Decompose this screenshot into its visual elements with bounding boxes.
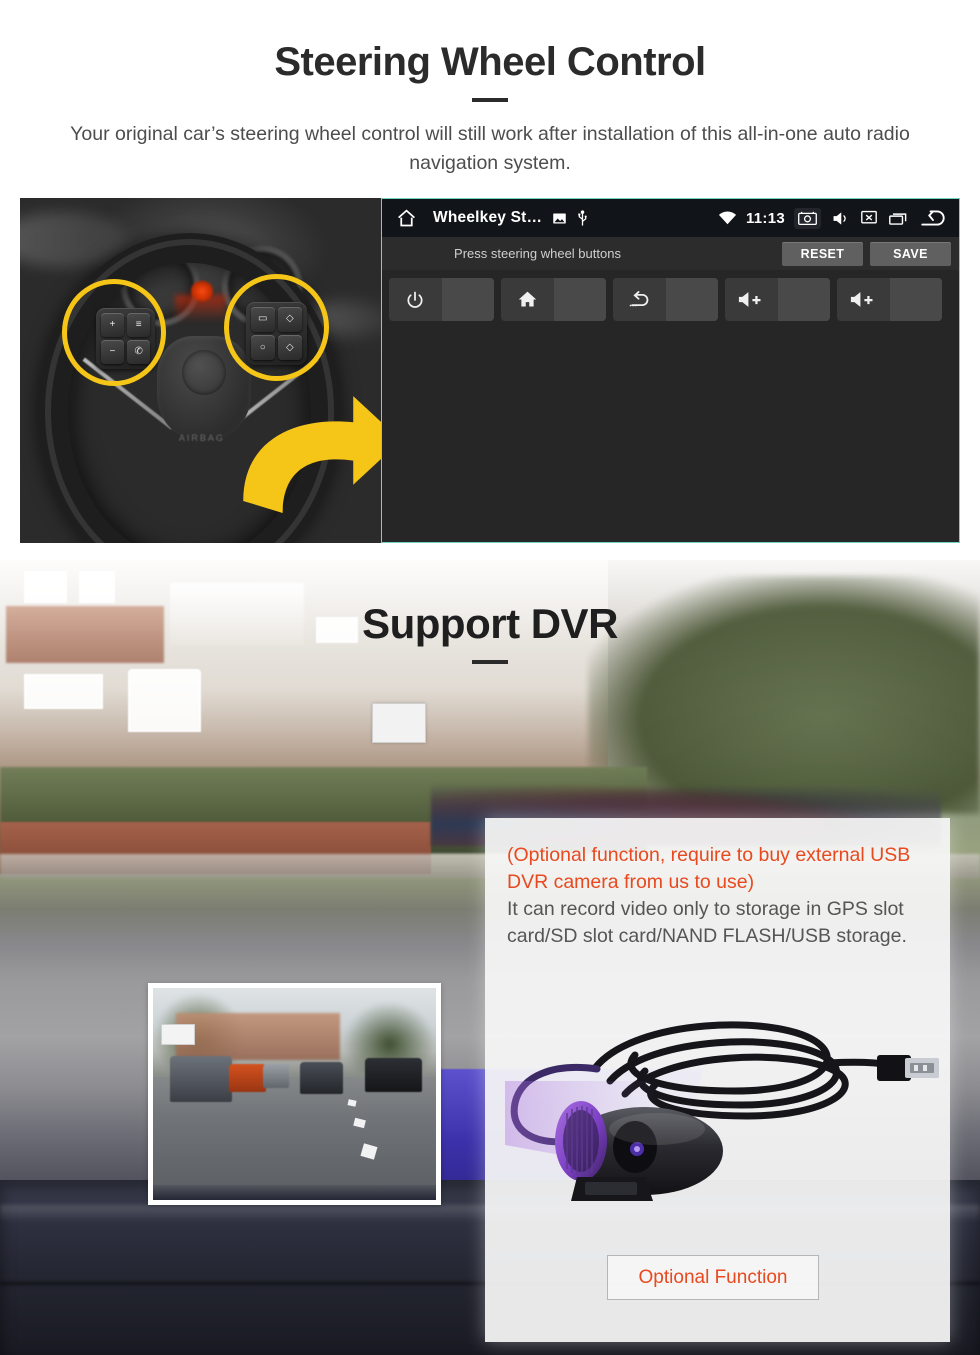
key-slot-volume-up-1[interactable] xyxy=(725,278,830,321)
inset-car-silver xyxy=(263,1064,289,1088)
section-title-dvr: Support DVR xyxy=(362,600,618,647)
save-button[interactable]: SAVE xyxy=(870,241,951,266)
usb-icon xyxy=(576,209,589,227)
left-pod-highlight-circle xyxy=(61,279,167,386)
wheelkey-toolbar: Press steering wheel buttons RESET SAVE xyxy=(382,237,959,270)
recent-apps-icon[interactable] xyxy=(889,211,908,226)
reset-button[interactable]: RESET xyxy=(782,241,863,266)
horn-pad xyxy=(182,349,226,395)
back-arrow-icon[interactable] xyxy=(919,208,947,228)
page-title: Steering Wheel Control xyxy=(274,40,706,84)
dvr-storage-description: It can record video only to storage in G… xyxy=(507,898,907,947)
volume-mute-icon[interactable] xyxy=(832,210,849,227)
power-icon xyxy=(389,278,442,321)
wifi-icon xyxy=(718,211,737,225)
prompt-text: Press steering wheel buttons xyxy=(454,246,621,261)
steering-wheel-photo: AIRBAG + ≡ − ✆ ▭ ◇ ○ ◇ xyxy=(20,198,381,543)
key-value-back[interactable] xyxy=(665,278,718,321)
key-value-volume-up-1[interactable] xyxy=(777,278,830,321)
optional-function-notice: (Optional function, require to buy exter… xyxy=(507,844,911,893)
key-value-home[interactable] xyxy=(553,278,606,321)
panel-text-block: (Optional function, require to buy exter… xyxy=(485,818,950,950)
key-value-power[interactable] xyxy=(441,278,494,321)
inset-car-orange xyxy=(229,1064,267,1092)
dvr-title-divider xyxy=(472,660,508,664)
head-unit-screen: Wheelkey St… 11:13 Press steering wheel … xyxy=(381,198,960,543)
key-slot-volume-up-2[interactable] xyxy=(837,278,942,321)
home-icon[interactable] xyxy=(396,208,417,229)
usb-dvr-camera-image xyxy=(485,963,950,1243)
inset-car-right xyxy=(365,1057,422,1092)
optional-function-button[interactable]: Optional Function xyxy=(607,1255,819,1300)
for-sale-sign xyxy=(372,703,427,743)
airbag-label: AIRBAG xyxy=(178,432,225,443)
media-row: AIRBAG + ≡ − ✆ ▭ ◇ ○ ◇ Wheelkey St… 11:1… xyxy=(20,198,960,543)
inset-hood xyxy=(153,1185,436,1200)
window xyxy=(78,571,116,603)
steering-wheel-control-section: Steering Wheel Control Your original car… xyxy=(0,0,980,560)
key-mapping-row xyxy=(389,278,952,321)
android-status-bar: Wheelkey St… 11:13 xyxy=(382,199,959,237)
inset-car-suv xyxy=(169,1055,233,1103)
inset-sign xyxy=(161,1024,196,1046)
back-icon xyxy=(613,278,666,321)
image-icon xyxy=(552,211,567,226)
inset-houses xyxy=(175,1013,340,1061)
volume-up-icon xyxy=(837,278,890,321)
camera-icon[interactable] xyxy=(794,207,821,229)
right-pod-highlight-circle xyxy=(223,273,329,381)
window xyxy=(24,674,104,709)
screen-off-icon[interactable] xyxy=(860,210,878,226)
product-feature-page: Steering Wheel Control Your original car… xyxy=(0,0,980,1355)
window xyxy=(24,571,67,603)
key-slot-power[interactable] xyxy=(389,278,494,321)
key-slot-home[interactable] xyxy=(501,278,606,321)
curved-arrow-icon xyxy=(237,388,381,519)
clock: 11:13 xyxy=(745,209,785,227)
volume-up-icon xyxy=(725,278,778,321)
key-slot-back[interactable] xyxy=(613,278,718,321)
page-subtitle: Your original car’s steering wheel contr… xyxy=(70,123,910,174)
wheelkey-mapping-area xyxy=(382,270,959,542)
dvr-info-panel: (Optional function, require to buy exter… xyxy=(485,818,950,1342)
app-title: Wheelkey St… xyxy=(433,209,543,226)
title-divider xyxy=(472,98,508,102)
inset-car-lead xyxy=(300,1062,343,1094)
porch xyxy=(127,668,201,732)
dashcam-video-inset xyxy=(148,983,441,1205)
key-value-volume-up-2[interactable] xyxy=(889,278,942,321)
home-icon xyxy=(501,278,554,321)
